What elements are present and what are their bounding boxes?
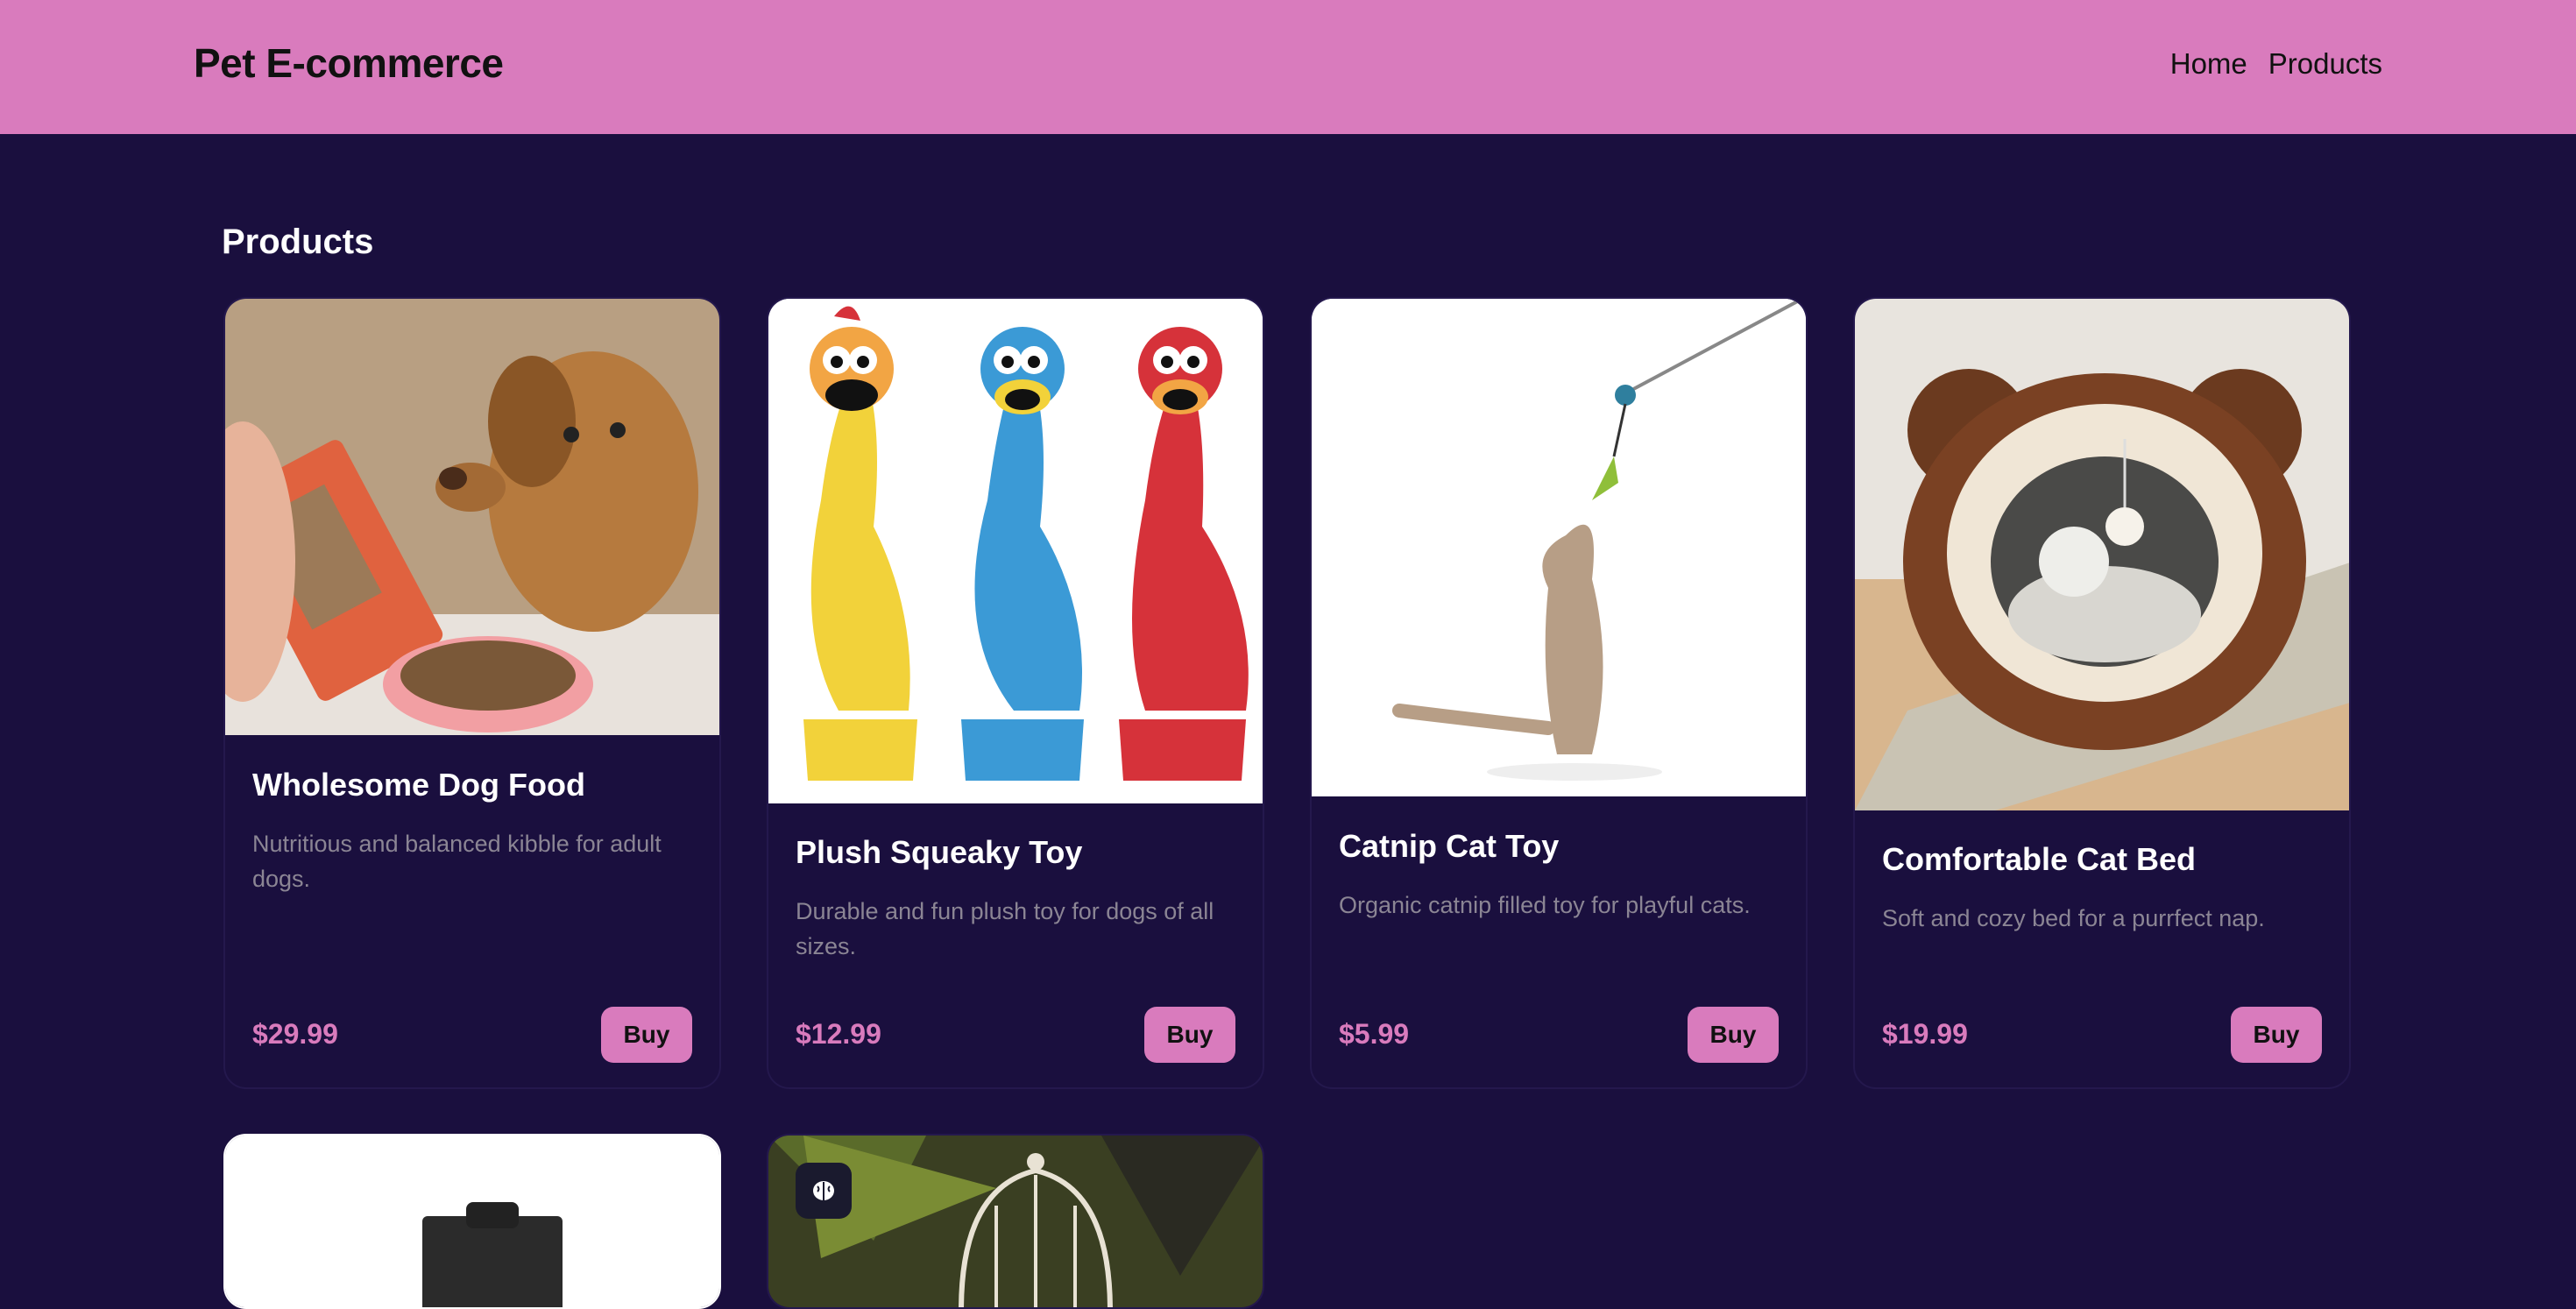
- product-image-dog-food: [225, 299, 719, 735]
- buy-button[interactable]: Buy: [2231, 1007, 2322, 1063]
- product-title: Plush Squeaky Toy: [796, 834, 1083, 870]
- product-card[interactable]: Catnip Cat Toy Organic catnip filled toy…: [1310, 297, 1808, 1089]
- product-title: Wholesome Dog Food: [252, 767, 585, 803]
- product-description: Durable and fun plush toy for dogs of al…: [796, 898, 1214, 959]
- product-price: $12.99: [796, 1018, 881, 1050]
- product-card[interactable]: Comfortable Cat Bed Soft and cozy bed fo…: [1853, 297, 2351, 1089]
- product-description: Organic catnip filled toy for playful ca…: [1339, 892, 1751, 918]
- product-card[interactable]: [767, 1134, 1264, 1309]
- product-image-birdcage: [768, 1136, 1263, 1307]
- product-image-catnip-toy: [1312, 299, 1806, 796]
- product-price: $5.99: [1339, 1018, 1410, 1050]
- product-price: $19.99: [1882, 1018, 1968, 1050]
- buy-button[interactable]: Buy: [1688, 1007, 1779, 1063]
- product-image-feeder: [225, 1136, 719, 1307]
- buy-button[interactable]: Buy: [1144, 1007, 1235, 1063]
- buy-button[interactable]: Buy: [601, 1007, 692, 1063]
- product-title: Catnip Cat Toy: [1339, 828, 1560, 864]
- product-image-cat-bed: [1855, 299, 2349, 810]
- product-title: Comfortable Cat Bed: [1882, 841, 2197, 877]
- brain-icon[interactable]: [796, 1163, 852, 1219]
- product-grid: Wholesome Dog Food Nutritious and balanc…: [0, 0, 2576, 1309]
- product-card[interactable]: Wholesome Dog Food Nutritious and balanc…: [223, 297, 721, 1089]
- product-card[interactable]: Plush Squeaky Toy Durable and fun plush …: [767, 297, 1264, 1089]
- product-image-squeaky-toy: [768, 299, 1263, 803]
- product-card[interactable]: [223, 1134, 721, 1309]
- product-price: $29.99: [252, 1018, 338, 1050]
- product-description: Soft and cozy bed for a purrfect nap.: [1882, 905, 2265, 931]
- product-description: Nutritious and balanced kibble for adult…: [252, 831, 662, 892]
